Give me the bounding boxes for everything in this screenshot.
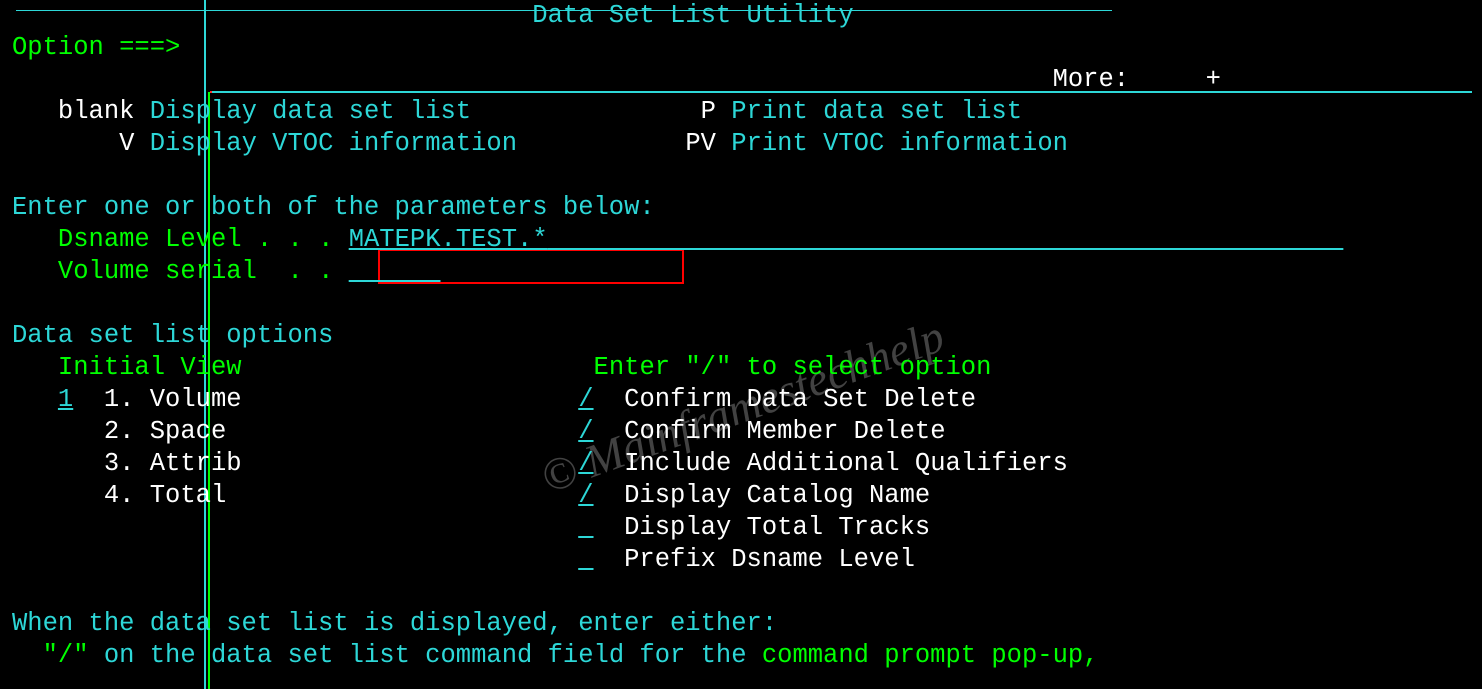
initial-view-input[interactable]: 1: [58, 385, 73, 414]
view-option-2: 2. Space: [104, 417, 226, 446]
opt-confirm-mb-input[interactable]: /: [578, 417, 593, 446]
footer-line-1: When the data set list is displayed, ent…: [12, 609, 777, 638]
terminal-screen: Data Set List Utility Option ===> More: …: [12, 0, 1343, 672]
opt-catalog-label: Display Catalog Name: [624, 481, 930, 510]
menu-key-v: V: [119, 129, 134, 158]
panel-title: Data Set List Utility: [532, 1, 853, 30]
view-option-3: 3. Attrib: [104, 449, 242, 478]
opt-incl-q-input[interactable]: /: [578, 449, 593, 478]
opt-tracks-input[interactable]: [578, 513, 593, 542]
option-label: Option ===>: [12, 33, 180, 62]
view-option-1: 1. Volume: [104, 385, 242, 414]
params-heading: Enter one or both of the parameters belo…: [12, 193, 655, 222]
opt-confirm-ds-label: Confirm Data Set Delete: [624, 385, 976, 414]
menu-desc-p[interactable]: Print data set list: [731, 97, 1022, 126]
menu-key-blank: blank: [58, 97, 135, 126]
more-label: More:: [1053, 65, 1130, 94]
more-plus-icon: +: [1206, 65, 1221, 94]
menu-key-pv: PV: [685, 129, 716, 158]
opt-prefix-label: Prefix Dsname Level: [624, 545, 915, 574]
dsname-input[interactable]: MATEPK.TEST.*: [349, 225, 548, 254]
volser-input[interactable]: [349, 257, 441, 286]
opt-incl-q-label: Include Additional Qualifiers: [624, 449, 1068, 478]
view-option-4: 4. Total: [104, 481, 226, 510]
select-heading: Enter "/" to select option: [594, 353, 992, 382]
opt-confirm-mb-label: Confirm Member Delete: [624, 417, 945, 446]
menu-desc-pv[interactable]: Print VTOC information: [731, 129, 1068, 158]
dsname-input-pad[interactable]: [548, 225, 1344, 254]
options-heading: Data set list options: [12, 321, 333, 350]
footer-on: on the data set list command field for t…: [89, 641, 762, 670]
menu-desc-blank[interactable]: Display data set list: [150, 97, 471, 126]
initial-view-label: Initial View: [58, 353, 242, 382]
footer-slash: "/": [43, 641, 89, 670]
volser-label: Volume serial . .: [58, 257, 333, 286]
opt-tracks-label: Display Total Tracks: [624, 513, 930, 542]
opt-prefix-input[interactable]: [578, 545, 593, 574]
menu-desc-v[interactable]: Display VTOC information: [150, 129, 517, 158]
opt-catalog-input[interactable]: /: [578, 481, 593, 510]
footer-cmd: command prompt pop-up,: [762, 641, 1099, 670]
dsname-label: Dsname Level . . .: [58, 225, 333, 254]
opt-confirm-ds-input[interactable]: /: [578, 385, 593, 414]
menu-key-p: P: [701, 97, 716, 126]
